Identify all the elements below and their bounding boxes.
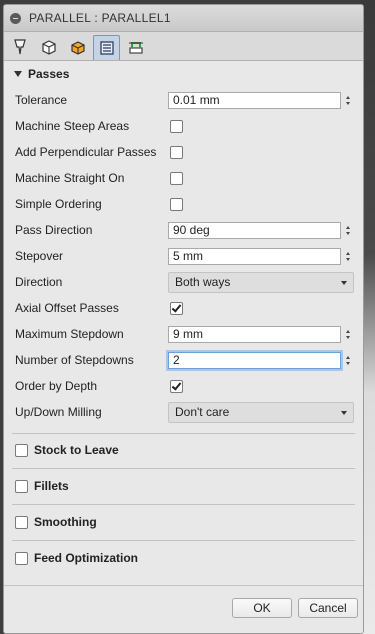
maximum-stepdown-input[interactable]: 9 mm: [168, 325, 341, 343]
axial-offset-passes-row: Axial Offset Passes: [4, 295, 363, 321]
chevron-down-icon: [341, 410, 347, 415]
cancel-button[interactable]: Cancel: [298, 598, 358, 618]
simple-ordering-row: Simple Ordering: [4, 191, 363, 217]
fillets-group[interactable]: Fillets: [4, 471, 363, 501]
tab-heights[interactable]: [64, 34, 91, 60]
passes-section-header[interactable]: Passes: [4, 61, 363, 87]
pass-direction-row: Pass Direction 90 deg: [4, 217, 363, 243]
simple-ordering-checkbox[interactable]: [170, 197, 183, 211]
smoothing-checkbox[interactable]: [15, 515, 28, 529]
machine-steep-areas-checkbox[interactable]: [170, 119, 183, 133]
fillets-checkbox[interactable]: [15, 479, 28, 493]
order-by-depth-label: Order by Depth: [15, 379, 98, 393]
number-of-stepdowns-spinner[interactable]: [342, 352, 354, 369]
divider: [12, 468, 355, 469]
up-down-milling-select[interactable]: Don't care: [168, 401, 354, 423]
feed-optimization-label: Feed Optimization: [34, 551, 139, 565]
chevron-down-icon: [341, 280, 347, 285]
direction-row: Direction Both ways: [4, 269, 363, 295]
pass-direction-input[interactable]: 90 deg: [168, 221, 341, 239]
dialog-footer: OK Cancel: [4, 585, 363, 633]
geometry-icon: [41, 40, 56, 55]
up-down-milling-row: Up/Down Milling Don't care: [4, 399, 363, 425]
maximum-stepdown-row: Maximum Stepdown 9 mm: [4, 321, 363, 347]
add-perpendicular-passes-checkbox[interactable]: [170, 145, 183, 159]
up-down-milling-label: Up/Down Milling: [15, 405, 102, 419]
divider: [12, 433, 355, 434]
direction-label: Direction: [15, 275, 63, 289]
tolerance-spinner[interactable]: [342, 92, 354, 109]
ok-button[interactable]: OK: [232, 598, 292, 618]
machine-steep-areas-row: Machine Steep Areas: [4, 113, 363, 139]
passes-icon: [99, 41, 114, 55]
tolerance-label: Tolerance: [15, 93, 68, 107]
feed-optimization-checkbox[interactable]: [15, 551, 28, 565]
pass-direction-label: Pass Direction: [15, 223, 93, 237]
dialog-title: PARALLEL : PARALLEL1: [29, 11, 171, 25]
stepover-spinner[interactable]: [342, 248, 354, 265]
passes-panel: Passes Tolerance 0.01 mm Machine Steep A…: [4, 61, 363, 614]
tolerance-input[interactable]: 0.01 mm: [168, 91, 341, 109]
add-perpendicular-passes-label: Add Perpendicular Passes: [15, 145, 157, 159]
up-down-milling-select-value: Don't care: [175, 404, 230, 419]
number-of-stepdowns-row: Number of Stepdowns 2: [4, 347, 363, 373]
number-of-stepdowns-input[interactable]: 2: [168, 351, 341, 369]
maximum-stepdown-spinner[interactable]: [342, 326, 354, 343]
order-by-depth-checkbox[interactable]: [170, 379, 183, 393]
linking-icon: [128, 42, 143, 54]
order-by-depth-row: Order by Depth: [4, 373, 363, 399]
tab-tool[interactable]: [6, 34, 33, 60]
tab-passes[interactable]: [93, 35, 120, 60]
tab-geometry[interactable]: [35, 34, 62, 60]
direction-select-value: Both ways: [175, 274, 231, 289]
heights-icon: [70, 41, 85, 55]
feed-optimization-group[interactable]: Feed Optimization: [4, 543, 363, 573]
tab-bar: [4, 32, 363, 61]
add-perpendicular-passes-row: Add Perpendicular Passes: [4, 139, 363, 165]
stepover-input[interactable]: 5 mm: [168, 247, 341, 265]
axial-offset-passes-label: Axial Offset Passes: [15, 301, 119, 315]
divider: [12, 504, 355, 505]
dialog-titlebar[interactable]: PARALLEL : PARALLEL1: [4, 5, 363, 32]
direction-select[interactable]: Both ways: [168, 271, 354, 293]
machine-steep-areas-label: Machine Steep Areas: [15, 119, 130, 133]
smoothing-label: Smoothing: [34, 515, 97, 529]
number-of-stepdowns-label: Number of Stepdowns: [15, 353, 134, 367]
tolerance-row: Tolerance 0.01 mm: [4, 87, 363, 113]
tab-linking[interactable]: [122, 34, 149, 60]
machine-straight-on-row: Machine Straight On: [4, 165, 363, 191]
fillets-label: Fillets: [34, 479, 69, 493]
stepover-row: Stepover 5 mm: [4, 243, 363, 269]
parallel-dialog: PARALLEL : PARALLEL1 Passes Tolerance 0.…: [3, 4, 364, 634]
tool-icon: [13, 39, 26, 55]
expand-triangle-icon[interactable]: [14, 71, 22, 77]
divider: [12, 540, 355, 541]
axial-offset-passes-checkbox[interactable]: [170, 301, 183, 315]
simple-ordering-label: Simple Ordering: [15, 197, 102, 211]
maximum-stepdown-label: Maximum Stepdown: [15, 327, 124, 341]
stock-to-leave-label: Stock to Leave: [34, 443, 119, 457]
machine-straight-on-label: Machine Straight On: [15, 171, 125, 185]
smoothing-group[interactable]: Smoothing: [4, 507, 363, 537]
stepover-label: Stepover: [15, 249, 64, 263]
stock-to-leave-group[interactable]: Stock to Leave: [4, 435, 363, 465]
pass-direction-spinner[interactable]: [342, 222, 354, 239]
machine-straight-on-checkbox[interactable]: [170, 171, 183, 185]
stock-to-leave-checkbox[interactable]: [15, 443, 28, 457]
collapse-icon[interactable]: [10, 12, 21, 24]
passes-header-label: Passes: [28, 67, 70, 81]
